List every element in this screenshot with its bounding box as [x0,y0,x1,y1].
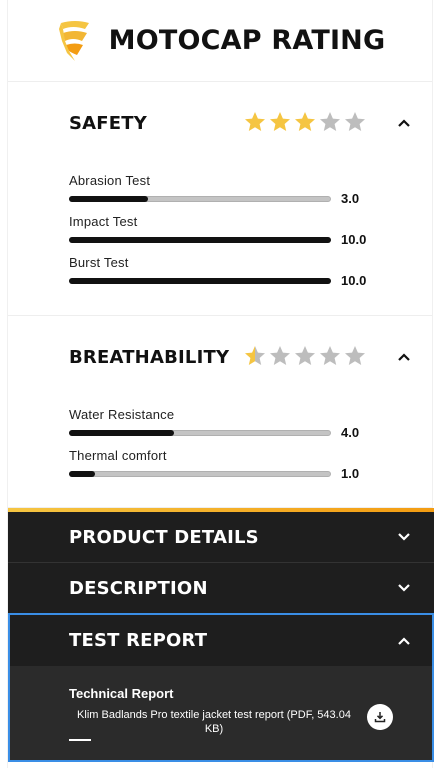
metric-label: Water Resistance [69,407,175,422]
star-filled-icon [245,112,265,131]
star-half-icon [245,346,265,365]
test-report-header[interactable]: TEST REPORT [10,615,432,666]
motocap-panel: MOTOCAP RATING SAFETY Abrasion Test 3.0 Im… [7,0,434,768]
accordion-test-report[interactable]: TEST REPORT Technical Report Klim Badlan… [8,613,434,762]
score-bar-fill [69,278,331,284]
score-bar-fill [69,430,174,436]
metric-row: Water Resistance 4.0 [69,407,369,440]
divider [69,739,91,741]
safety-section: SAFETY Abrasion Test 3.0 Impact Test 10.0 Bu… [8,82,432,316]
test-report-body: Technical Report Klim Badlands Pro texti… [10,666,432,760]
download-icon [374,712,386,723]
download-button[interactable] [367,704,393,730]
score-value: 10.0 [341,232,367,247]
star-filled-icon [270,112,290,131]
shield-stripes-icon [58,20,89,61]
score-bar-fill [69,471,95,477]
accordion-description[interactable]: DESCRIPTION [8,563,434,614]
technical-report-label: Technical Report [69,686,174,701]
breathability-star-rating [243,344,367,368]
description-title: DESCRIPTION [69,577,208,599]
chevron-down-icon[interactable] [396,529,412,545]
score-value: 10.0 [341,273,367,288]
score-bar: 10.0 [69,232,369,247]
star-empty-icon [320,112,340,131]
metric-row: Impact Test 10.0 [69,214,369,247]
metric-row: Burst Test 10.0 [69,255,369,288]
score-bar: 3.0 [69,191,369,206]
test-report-title: TEST REPORT [69,630,208,651]
page-title: MOTOCAP RATING [108,25,386,56]
score-bar: 1.0 [69,466,369,481]
star-empty-icon [345,346,365,365]
score-bar-fill [69,196,148,202]
accordion-product-details[interactable]: PRODUCT DETAILS [8,512,434,563]
metric-label: Burst Test [69,255,129,270]
score-value: 4.0 [341,425,360,440]
star-empty-icon [295,346,315,365]
metric-label: Abrasion Test [69,173,151,188]
safety-title: SAFETY [69,112,147,134]
star-empty-icon [345,112,365,131]
breathability-title: BREATHABILITY [69,346,230,368]
score-bar: 10.0 [69,273,369,288]
chevron-up-icon[interactable] [396,349,412,365]
metric-row: Abrasion Test 3.0 [69,173,369,206]
metric-row: Thermal comfort 1.0 [69,448,369,481]
star-filled-icon [295,112,315,131]
score-bar-fill [69,237,331,243]
star-empty-icon [270,346,290,365]
score-bar: 4.0 [69,425,369,440]
safety-star-rating [243,110,367,134]
score-bar-track [69,471,331,477]
score-value: 1.0 [341,466,360,481]
header: MOTOCAP RATING [8,0,432,82]
chevron-up-icon[interactable] [396,115,412,131]
metric-label: Thermal comfort [69,448,167,463]
star-empty-icon [320,346,340,365]
chevron-down-icon[interactable] [396,580,412,596]
breathability-section: BREATHABILITY Water Resistance 4.0 Thermal… [8,316,432,508]
score-value: 3.0 [341,191,360,206]
metric-label: Impact Test [69,214,138,229]
product-details-title: PRODUCT DETAILS [69,526,259,548]
report-file-link[interactable]: Klim Badlands Pro textile jacket test re… [74,708,354,736]
chevron-up-icon[interactable] [396,633,412,649]
